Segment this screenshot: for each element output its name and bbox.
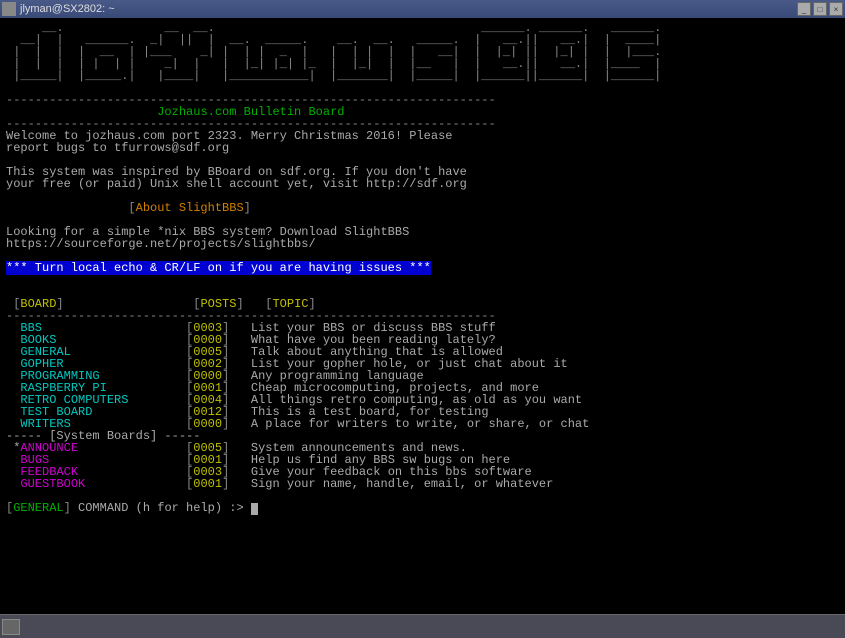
taskbar: [0, 614, 845, 638]
window-maximize-button[interactable]: □: [813, 2, 827, 16]
terminal-viewport[interactable]: __. __ __. ______. ______. ______. __| |…: [0, 18, 845, 614]
terminal-cursor[interactable]: [251, 503, 258, 515]
prompt-board: GENERAL: [13, 501, 63, 515]
window-title: jlyman@SX2802: ~: [20, 3, 795, 15]
window-iconify-button[interactable]: _: [797, 2, 811, 16]
prompt-text: COMMAND (h for help) :>: [71, 501, 251, 515]
window-titlebar: jlyman@SX2802: ~ _ □ ×: [0, 0, 845, 18]
board-topic: Sign your name, handle, email, or whatev…: [251, 477, 553, 491]
board-posts: 0001: [193, 477, 222, 491]
download-url: https://sourceforge.net/projects/slightb…: [6, 237, 316, 251]
window-close-button[interactable]: ×: [829, 2, 843, 16]
window-menu-icon[interactable]: [2, 2, 16, 16]
welcome-text: report bugs to tfurrows@sdf.org: [6, 141, 229, 155]
system-board-name[interactable]: GUESTBOOK: [20, 477, 85, 491]
taskbar-item[interactable]: [2, 619, 20, 635]
echo-notice: *** Turn local echo & CR/LF on if you ar…: [6, 261, 431, 275]
inspired-text: your free (or paid) Unix shell account y…: [6, 177, 467, 191]
ascii-art-line: |_____| |_____.| |____| |___________| |_…: [6, 69, 661, 83]
board-topic: A place for writers to write, or share, …: [251, 417, 589, 431]
about-heading: About SlightBBS: [136, 201, 244, 215]
